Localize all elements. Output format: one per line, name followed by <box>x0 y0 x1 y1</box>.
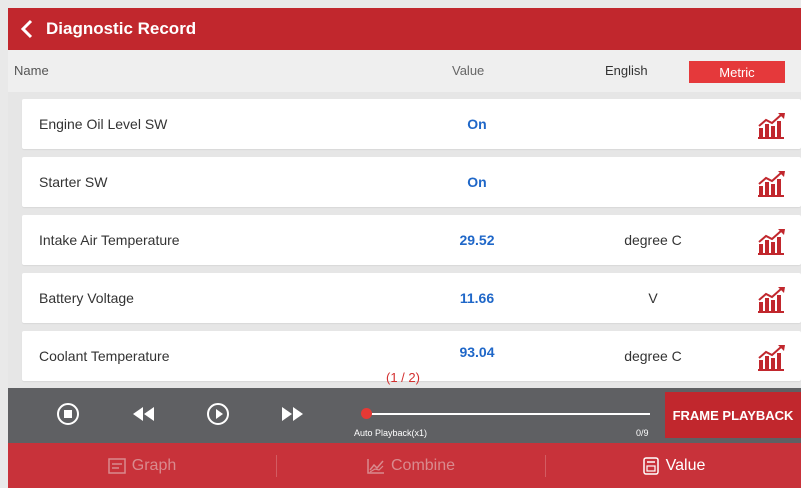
rewind-icon <box>133 407 154 421</box>
frame-playback-button[interactable]: FRAME PLAYBACK <box>665 392 801 438</box>
fast-forward-icon <box>282 407 303 421</box>
playback-progress-thumb[interactable] <box>361 408 372 419</box>
graph-icon[interactable] <box>756 343 788 371</box>
item-unit: V <box>648 290 658 306</box>
page-title: Diagnostic Record <box>46 19 197 38</box>
english-units-toggle[interactable]: English <box>605 63 648 78</box>
tab-combine-label: Combine <box>390 456 456 474</box>
fast-forward-button[interactable] <box>278 400 306 428</box>
rewind-button[interactable] <box>130 400 158 428</box>
item-name: Battery Voltage <box>39 290 134 306</box>
list-item: Engine Oil Level SW On <box>22 99 801 149</box>
list-item: Starter SW On <box>22 157 801 207</box>
page-indicator: (1 / 2) <box>386 370 420 385</box>
tab-graph-label: Graph <box>131 456 177 474</box>
play-button[interactable] <box>204 400 232 428</box>
item-name: Engine Oil Level SW <box>39 116 168 132</box>
graph-icon[interactable] <box>756 169 788 197</box>
list-item: Battery Voltage 11.66 V <box>22 273 801 323</box>
item-name: Starter SW <box>39 174 108 190</box>
tab-graph[interactable]: Graph <box>8 443 276 488</box>
graph-icon[interactable] <box>756 285 788 313</box>
list-item: Intake Air Temperature 29.52 degree C <box>22 215 801 265</box>
column-name-header: Name <box>14 63 49 78</box>
data-stream-list: Engine Oil Level SW On Starter SW On Int… <box>8 92 801 388</box>
item-value: 29.52 <box>459 232 495 248</box>
tab-value-label: Value <box>665 456 706 474</box>
item-name: Coolant Temperature <box>39 348 170 364</box>
tab-value[interactable]: Value <box>546 443 801 488</box>
stop-button[interactable] <box>54 400 82 428</box>
frame-count: 0/9 <box>636 428 649 438</box>
graph-icon[interactable] <box>756 227 788 255</box>
metric-units-toggle[interactable]: Metric <box>689 61 785 83</box>
item-value: 93.04 <box>459 344 495 360</box>
title-bar: Diagnostic Record <box>8 8 801 50</box>
value-tab-icon <box>642 456 659 475</box>
stop-icon <box>57 403 79 425</box>
playback-progress-track[interactable] <box>366 413 650 415</box>
item-name: Intake Air Temperature <box>39 232 180 248</box>
item-value: On <box>467 116 487 132</box>
playback-bar: Auto Playback(x1) 0/9 FRAME PLAYBACK <box>8 388 801 443</box>
chevron-left-icon <box>20 19 33 39</box>
item-value: On <box>467 174 487 190</box>
graph-tab-icon <box>108 457 126 474</box>
graph-icon[interactable] <box>756 111 788 139</box>
column-header-row: Name Value English Metric <box>8 50 801 93</box>
auto-playback-label: Auto Playback(x1) <box>354 428 428 438</box>
combine-chart-icon <box>367 458 384 474</box>
play-icon <box>207 403 229 425</box>
item-unit: degree C <box>624 348 682 364</box>
item-value: 11.66 <box>459 290 495 306</box>
bottom-tab-bar: Graph Combine Value <box>8 443 801 488</box>
item-unit: degree C <box>624 232 682 248</box>
diagnostic-record-screen: Diagnostic Record Name Value English Met… <box>0 0 801 488</box>
column-value-header: Value <box>452 63 485 78</box>
back-button[interactable] <box>12 8 42 50</box>
tab-combine[interactable]: Combine <box>277 443 545 488</box>
